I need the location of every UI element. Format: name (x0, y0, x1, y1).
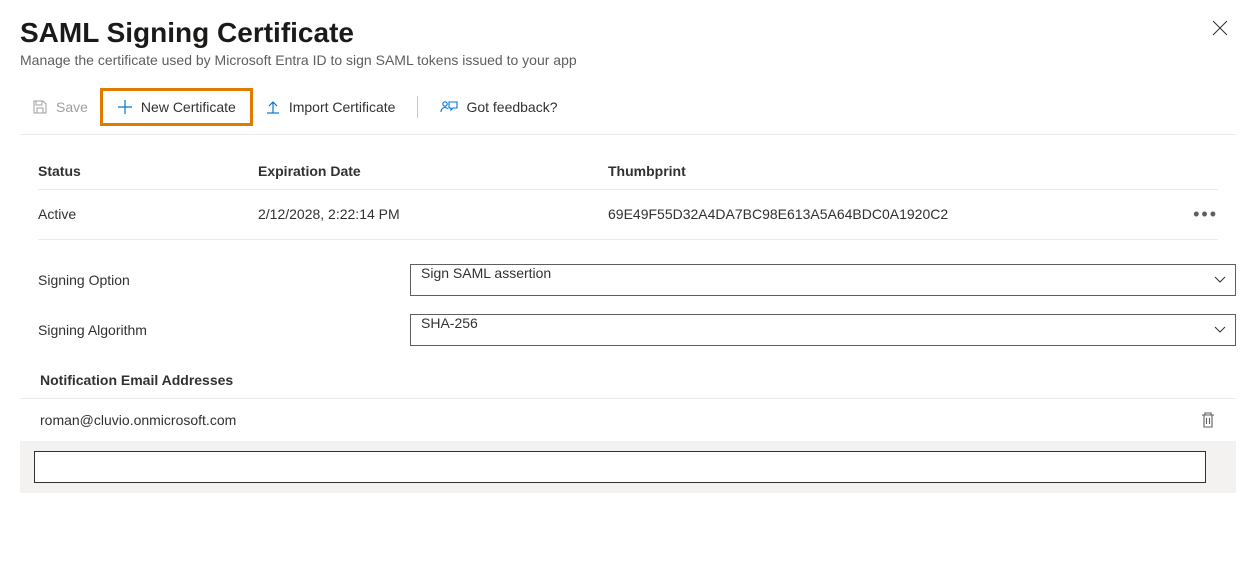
plus-icon (117, 99, 133, 115)
upload-icon (265, 99, 281, 115)
signing-option-label: Signing Option (20, 272, 410, 288)
feedback-label: Got feedback? (466, 99, 557, 115)
add-email-input[interactable] (34, 451, 1206, 483)
save-label: Save (56, 99, 88, 115)
signing-options-form: Signing Option Sign SAML assertion Signi… (20, 264, 1236, 346)
ellipsis-icon: ••• (1193, 204, 1218, 224)
close-button[interactable] (1204, 16, 1236, 40)
signing-algorithm-label: Signing Algorithm (20, 322, 410, 338)
email-address: roman@cluvio.onmicrosoft.com (40, 412, 236, 428)
row-actions-button[interactable]: ••• (1193, 204, 1218, 225)
feedback-button[interactable]: Got feedback? (428, 93, 569, 121)
add-email-strip (20, 441, 1236, 493)
cell-thumbprint: 69E49F55D32A4DA7BC98E613A5A64BDC0A1920C2 (608, 206, 1178, 222)
cell-status: Active (38, 206, 258, 222)
table-row: Active 2/12/2028, 2:22:14 PM 69E49F55D32… (38, 190, 1218, 240)
feedback-icon (440, 99, 458, 115)
signing-option-select[interactable]: Sign SAML assertion (410, 264, 1236, 296)
cell-expiration: 2/12/2028, 2:22:14 PM (258, 206, 608, 222)
command-bar: Save New Certificate Import Certificate … (20, 88, 1236, 135)
save-icon (32, 99, 48, 115)
new-certificate-highlight: New Certificate (100, 88, 253, 126)
toolbar-separator (417, 96, 418, 118)
table-header: Status Expiration Date Thumbprint (38, 153, 1218, 190)
email-list-item: roman@cluvio.onmicrosoft.com (20, 398, 1236, 441)
column-expiration: Expiration Date (258, 163, 608, 179)
column-status: Status (38, 163, 258, 179)
close-icon (1212, 20, 1228, 36)
signing-algorithm-select[interactable]: SHA-256 (410, 314, 1236, 346)
delete-email-button[interactable] (1198, 409, 1218, 431)
save-button: Save (20, 93, 100, 121)
new-certificate-button[interactable]: New Certificate (103, 91, 250, 123)
page-subtitle: Manage the certificate used by Microsoft… (20, 52, 577, 68)
notification-emails-heading: Notification Email Addresses (20, 372, 1236, 388)
new-certificate-label: New Certificate (141, 99, 236, 115)
certificates-table: Status Expiration Date Thumbprint Active… (20, 153, 1236, 240)
import-certificate-label: Import Certificate (289, 99, 396, 115)
trash-icon (1200, 411, 1216, 429)
page-title: SAML Signing Certificate (20, 16, 577, 50)
import-certificate-button[interactable]: Import Certificate (253, 93, 408, 121)
column-thumbprint: Thumbprint (608, 163, 1178, 179)
panel-header: SAML Signing Certificate Manage the cert… (20, 16, 1236, 68)
